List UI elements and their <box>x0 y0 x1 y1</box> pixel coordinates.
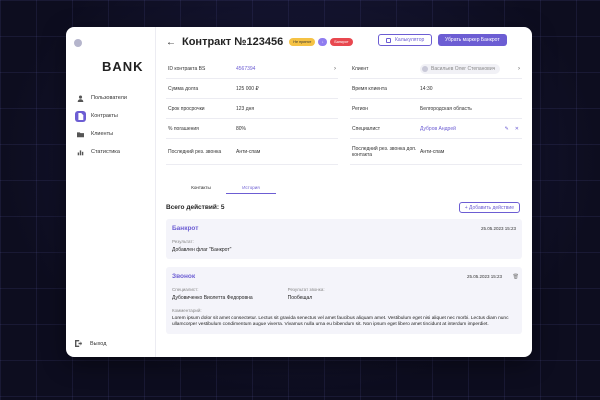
card-date: 25.05.2023 15:23 <box>466 274 502 279</box>
comment-text: Lorem ipsum dolor sit amet consectetur. … <box>172 316 509 328</box>
total-actions: Всего действий: 5 <box>166 204 225 211</box>
detail-label: Специалист <box>352 125 381 132</box>
logout-button[interactable]: Выход <box>72 340 106 347</box>
detail-row-specialist: Специалист Дубров Андрей ✎ ✕ <box>350 119 522 139</box>
specialist-link[interactable]: Дубров Андрей <box>420 126 456 132</box>
page-header: ← Контракт №123456 Не принят ↓ Банкрот К… <box>166 27 522 57</box>
detail-row-contract-id: ID контракта BS 4567394 › <box>166 59 338 79</box>
history-card-bankrupt: Банкрот 25.05.2023 15:23 Результат: Доба… <box>166 219 522 259</box>
detail-value: Анти-спам <box>420 148 445 155</box>
detail-label: Сумма долга <box>168 85 199 92</box>
comment-label: Комментарий: <box>172 308 202 313</box>
client-chip[interactable]: Васильев Олег Степанович <box>420 63 501 74</box>
detail-row-region: Регион Белгородская область <box>350 99 522 119</box>
specialist-actions: ✎ ✕ <box>505 126 519 132</box>
card-title: Банкрот <box>172 225 199 232</box>
specialist-label: Специалист: <box>172 287 199 292</box>
detail-row-last-call: Последний рез. звонка Анти-спам <box>166 139 338 165</box>
settings-icon[interactable] <box>74 39 82 47</box>
specialist-value: Дубовиченко Виолетта Федоровна <box>172 295 253 301</box>
sidebar: BANK Пользователи Контракты Клиенты Стат… <box>66 27 156 357</box>
sidebar-item-contracts[interactable]: Контракты <box>72 108 151 124</box>
chevron-right-icon[interactable]: › <box>334 66 336 72</box>
trash-icon[interactable]: 🗑 <box>513 274 519 280</box>
sidebar-item-label: Пользователи <box>91 95 127 101</box>
detail-value: 123 дня <box>236 105 255 112</box>
detail-label: Последний рез. звонка доп. контакта <box>352 145 417 158</box>
calculator-button-label: Калькулятор <box>395 37 425 43</box>
detail-value: Белгородская область <box>420 105 472 112</box>
detail-row-overdue: Срок просрочки 123 дня <box>166 99 338 119</box>
sidebar-item-label: Контракты <box>91 113 118 119</box>
detail-label: ID контракта BS <box>168 65 206 72</box>
detail-row-repayment: % погашения 80% <box>166 119 338 139</box>
main-content: ← Контракт №123456 Не принят ↓ Банкрот К… <box>156 27 532 357</box>
details-right: Клиент Васильев Олег Степанович › Время … <box>350 59 522 165</box>
chevron-right-icon[interactable]: › <box>518 66 520 72</box>
brand-logo: BANK <box>102 59 144 74</box>
sidebar-item-users[interactable]: Пользователи <box>72 90 151 106</box>
detail-row-debt: Сумма долга 125 000 ₽ <box>166 79 338 99</box>
detail-value: 125 000 ₽ <box>236 85 259 92</box>
sidebar-item-label: Статистика <box>91 149 120 155</box>
call-result-label: Результат звонка: <box>287 287 325 292</box>
logout-icon <box>75 340 82 347</box>
detail-label: Последний рез. звонка <box>168 148 222 155</box>
logout-label: Выход <box>90 340 107 347</box>
detail-label: Срок просрочки <box>168 105 205 112</box>
detail-value: Анти-спам <box>236 148 261 155</box>
details-left: ID контракта BS 4567394 › Сумма долга 12… <box>166 59 338 165</box>
call-result-value: Пообещал <box>287 295 313 301</box>
back-arrow-icon[interactable]: ← <box>166 37 176 48</box>
result-value: Добавлен флаг "Банкрот" <box>172 247 232 253</box>
app-window: BANK Пользователи Контракты Клиенты Стат… <box>66 27 532 357</box>
folder-icon <box>75 129 86 140</box>
sidebar-item-statistics[interactable]: Статистика <box>72 144 151 160</box>
tab-history[interactable]: История <box>226 185 276 194</box>
detail-label: % погашения <box>168 125 199 132</box>
history-card-call: Звонок 25.05.2023 15:23 🗑 Специалист: Ду… <box>166 267 522 335</box>
detail-row-last-call-extra: Последний рез. звонка доп. контакта Анти… <box>350 139 522 165</box>
page-title: Контракт №123456 <box>182 36 284 48</box>
contract-details: ID контракта BS 4567394 › Сумма долга 12… <box>166 59 522 165</box>
sidebar-item-label: Клиенты <box>91 131 114 137</box>
detail-label: Регион <box>352 105 369 112</box>
user-icon <box>75 93 86 104</box>
detail-value: 14:30 <box>420 85 433 92</box>
status-badge-not-accepted: Не принят <box>289 38 316 46</box>
avatar <box>422 65 428 72</box>
client-name: Васильев Олег Степанович <box>431 65 496 72</box>
contract-id-link[interactable]: 4567394 <box>236 66 255 72</box>
calculator-button[interactable]: Калькулятор <box>378 34 433 46</box>
card-title: Звонок <box>172 273 196 280</box>
detail-row-client-time: Время клиента 14:30 <box>350 79 522 99</box>
detail-row-client: Клиент Васильев Олег Степанович › <box>350 59 522 79</box>
tab-contacts[interactable]: Контакты <box>176 185 226 194</box>
add-action-button[interactable]: + Добавить действие <box>458 202 520 213</box>
remove-bankrupt-marker-button[interactable]: Убрать маркер Банкрот <box>438 34 507 46</box>
calculator-icon <box>386 37 391 43</box>
status-badge-bankrupt: Банкрот <box>330 38 353 46</box>
call-details: Специалист: Дубовиченко Виолетта Федоров… <box>172 280 516 301</box>
tabs: Контакты История <box>176 185 522 194</box>
chart-icon <box>75 147 86 158</box>
result-label: Результат: <box>172 239 194 244</box>
close-icon[interactable]: ✕ <box>515 126 519 132</box>
detail-value: 80% <box>236 125 247 132</box>
detail-label: Клиент <box>352 65 369 72</box>
document-icon <box>75 110 86 122</box>
detail-label: Время клиента <box>352 85 387 92</box>
edit-icon[interactable]: ✎ <box>505 126 509 132</box>
status-badge-marker: ↓ <box>318 38 328 46</box>
sidebar-nav: Пользователи Контракты Клиенты Статистик… <box>66 90 155 160</box>
sidebar-item-clients[interactable]: Клиенты <box>72 126 151 142</box>
card-date: 25.05.2023 15:23 <box>480 226 516 231</box>
history-header: Всего действий: 5 + Добавить действие <box>166 202 522 213</box>
